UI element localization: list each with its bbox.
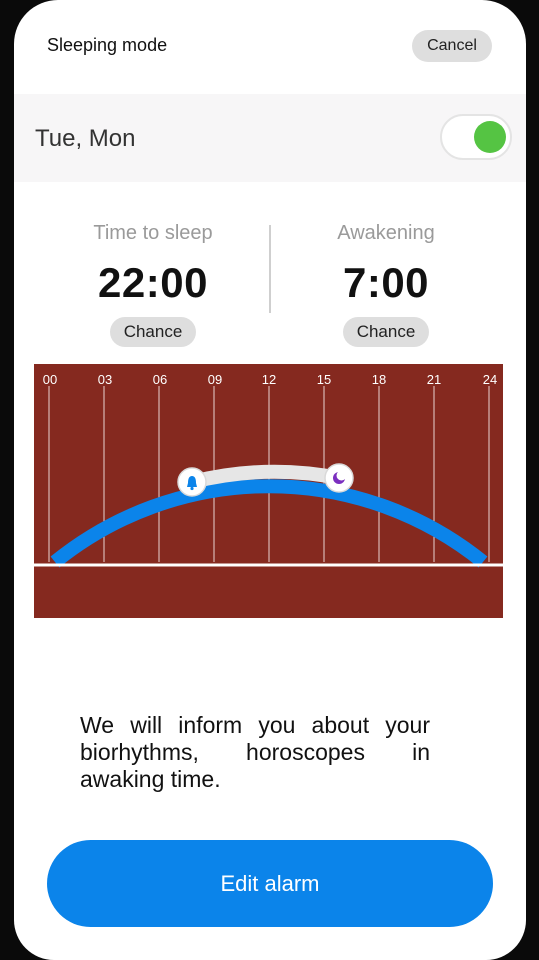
wake-time-column: Awakening 7:00 Chance [271, 222, 501, 347]
change-wake-time-button[interactable]: Chance [342, 317, 430, 347]
hour-label: 15 [317, 372, 331, 387]
hour-label: 18 [372, 372, 386, 387]
repeat-days-label: Tue, Mon [35, 125, 136, 152]
hour-label: 21 [427, 372, 441, 387]
info-text: We will inform you about your biorhythms… [80, 712, 430, 792]
sleep-mode-screen: Sleeping mode Cancel Tue, Mon Time to sl… [14, 0, 526, 960]
toggle-knob [474, 121, 506, 153]
wake-time-label: Awakening [337, 222, 435, 244]
header: Sleeping mode Cancel [14, 0, 526, 94]
hour-label: 00 [43, 372, 57, 387]
cancel-button[interactable]: Cancel [412, 30, 492, 62]
hour-label: 03 [98, 372, 112, 387]
sleep-mode-toggle[interactable] [440, 114, 512, 160]
edit-alarm-button[interactable]: Edit alarm [47, 840, 493, 927]
sleep-marker[interactable] [324, 463, 354, 493]
hour-label: 06 [153, 372, 167, 387]
hour-label: 09 [208, 372, 222, 387]
sleep-time-label: Time to sleep [93, 222, 213, 244]
change-sleep-time-button[interactable]: Chance [109, 317, 197, 347]
sleep-timeline: 00 03 06 09 12 15 18 21 24 [34, 364, 503, 618]
sleep-time-value: 22:00 [98, 259, 208, 306]
page-title: Sleeping mode [47, 35, 168, 55]
sleep-time-column: Time to sleep 22:00 Chance [38, 222, 268, 347]
wake-marker[interactable] [177, 467, 207, 497]
hour-label: 24 [483, 372, 497, 387]
repeat-days-row[interactable]: Tue, Mon [14, 94, 526, 182]
hour-label: 12 [262, 372, 276, 387]
wake-time-value: 7:00 [342, 259, 430, 306]
